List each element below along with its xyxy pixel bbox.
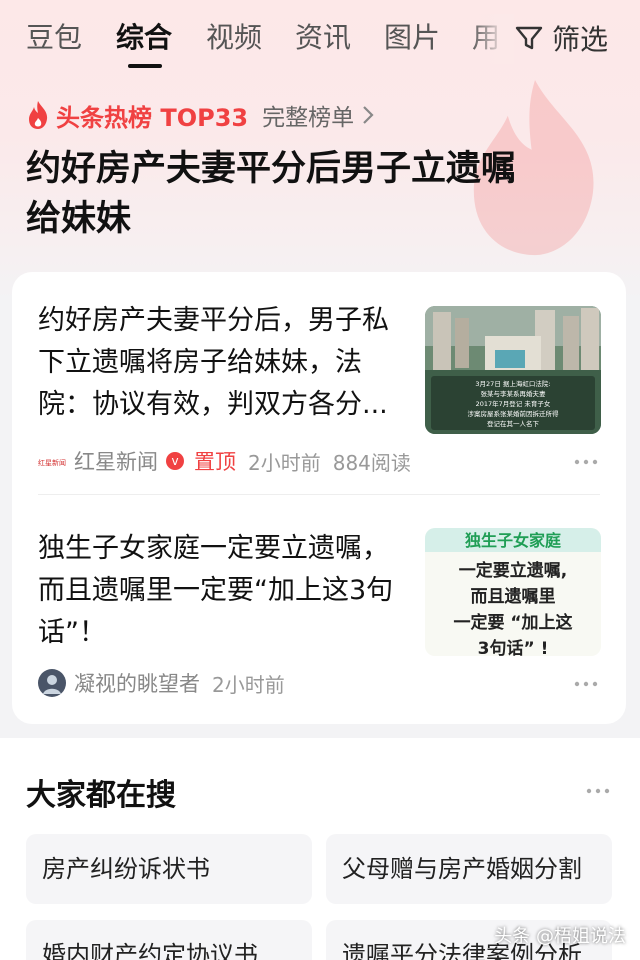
news-divider — [38, 494, 600, 495]
news-meta: 凝视的眺望者 2小时前 — [38, 668, 285, 698]
thumb-text-line: 一定要 “加上这 — [453, 612, 572, 633]
thumb-caption-line: 2017年7月登记 未育子女 — [476, 399, 551, 408]
news-title-line: 院：协议有效，判双方各分... — [38, 389, 388, 420]
more-options-icon[interactable] — [586, 788, 610, 794]
news-time: 2小时前 — [212, 672, 285, 697]
tab-video[interactable]: 视频 — [206, 18, 262, 58]
search-tab-bar: 豆包 综合 视频 资讯 图片 用 筛选 — [0, 0, 640, 76]
thumb-caption-line: 张某与李某系再婚夫妻 — [481, 389, 547, 398]
section-title: 大家都在搜 — [26, 778, 176, 813]
news-source[interactable]: 凝视的眺望者 — [74, 668, 200, 698]
search-suggestion-chip[interactable]: 婚内财产约定协议书 — [26, 920, 312, 960]
tab-images[interactable]: 图片 — [384, 18, 440, 58]
news-title-line: 约好房产夫妻平分后，男子私 — [38, 305, 389, 336]
news-title-line: 而且遗嘱里一定要“加上这3句 — [38, 575, 394, 606]
search-suggestion-chip[interactable]: 父母赠与房产婚姻分割 — [326, 834, 612, 904]
filter-button[interactable]: 筛选 — [514, 18, 608, 58]
news-card: 约好房产夫妻平分后，男子私 下立遗嘱将房子给妹妹，法 院：协议有效，判双方各分.… — [12, 272, 626, 724]
chevron-right-icon — [363, 106, 374, 124]
text-poster-image: 独生子女家庭 一定要立遗嘱, 而且遗嘱里 一定要 “加上这 3句话” ! — [425, 528, 601, 656]
news-title-line: 独生子女家庭一定要立遗嘱， — [38, 533, 389, 564]
tab-fade — [470, 14, 514, 64]
fire-icon — [29, 101, 48, 129]
news-reads: 884阅读 — [332, 450, 411, 475]
news-source[interactable]: 红星新闻 — [74, 446, 158, 476]
pinned-badge: 置顶 — [194, 450, 236, 474]
source-logo: 红星新闻 — [38, 451, 66, 471]
city-aerial-image: 3月27日 据上海虹口法院: 张某与李某系再婚夫妻 2017年7月登记 未育子女… — [425, 306, 601, 434]
tab-news[interactable]: 资讯 — [295, 18, 351, 58]
news-thumbnail[interactable]: 独生子女家庭 一定要立遗嘱, 而且遗嘱里 一定要 “加上这 3句话” ! — [425, 528, 601, 656]
thumb-text-line: 一定要立遗嘱, — [459, 560, 567, 581]
news-meta: 红星新闻 红星新闻 v 置顶 2小时前 884阅读 — [38, 446, 411, 476]
tab-doubao[interactable]: 豆包 — [26, 18, 82, 58]
watermark-text: 头条 @梧姐说法 — [494, 926, 626, 947]
news-title-line: 话”！ — [38, 617, 106, 648]
thumb-caption-line: 涉案房屋系张某婚前因拆迁所得 — [468, 409, 560, 418]
filter-label: 筛选 — [552, 23, 609, 56]
search-suggestion-chip[interactable]: 房产纠纷诉状书 — [26, 834, 312, 904]
hot-headline-line: 给妹妹 — [26, 199, 132, 239]
thumb-text-line: 3句话” ! — [478, 638, 549, 656]
news-item-title[interactable]: 独生子女家庭一定要立遗嘱， 而且遗嘱里一定要“加上这3句 话”！ — [38, 528, 423, 654]
news-thumbnail[interactable]: 3月27日 据上海虹口法院: 张某与李某系再婚夫妻 2017年7月登记 未育子女… — [425, 306, 601, 434]
hot-list-title: 头条热榜 TOP33 — [56, 103, 249, 132]
news-title-line: 下立遗嘱将房子给妹妹，法 — [38, 347, 362, 378]
active-tab-indicator — [128, 64, 162, 68]
filter-icon — [515, 26, 543, 50]
more-options-icon[interactable] — [574, 459, 598, 465]
hot-headline-line: 约好房产夫妻平分后男子立遗嘱 — [26, 149, 517, 189]
hot-headline[interactable]: 约好房产夫妻平分后男子立遗嘱 给妹妹 — [26, 144, 616, 244]
thumb-text-line: 而且遗嘱里 — [471, 586, 556, 607]
news-item-title[interactable]: 约好房产夫妻平分后，男子私 下立遗嘱将房子给妹妹，法 院：协议有效，判双方各分.… — [38, 300, 418, 426]
thumb-caption-line: 3月27日 据上海虹口法院: — [475, 379, 550, 388]
avatar[interactable] — [38, 669, 66, 697]
news-time: 2小时前 — [248, 450, 321, 475]
verified-badge-icon: v — [166, 452, 184, 470]
hot-list-row[interactable]: 头条热榜 TOP33 完整榜单 — [26, 98, 374, 132]
thumb-text-line: 独生子女家庭 — [465, 531, 561, 550]
svg-text:红星新闻: 红星新闻 — [38, 458, 66, 467]
tab-general[interactable]: 综合 — [116, 18, 172, 58]
more-options-icon[interactable] — [574, 681, 598, 687]
full-list-link[interactable]: 完整榜单 — [262, 98, 354, 132]
thumb-caption-line: 登记在其一人名下 — [487, 419, 540, 428]
